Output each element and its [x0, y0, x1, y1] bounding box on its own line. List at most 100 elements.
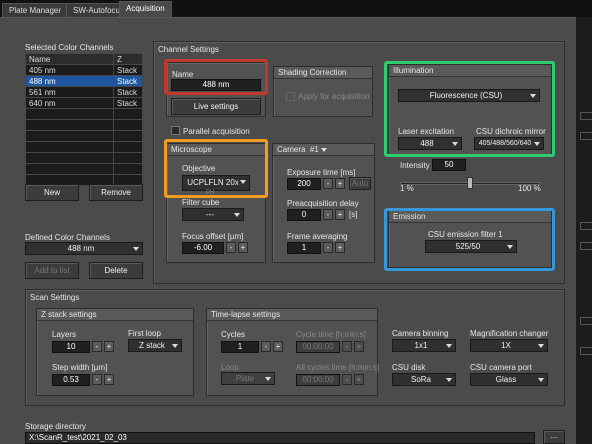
- chevron-down-icon: [240, 180, 246, 184]
- preacquisition-increment[interactable]: +: [335, 209, 345, 220]
- intensity-min-label: 1 %: [400, 184, 414, 193]
- illumination-title: Illumination: [389, 65, 551, 77]
- csu-camera-port-value: Glass: [495, 375, 517, 384]
- camera-title: Camera: [277, 145, 306, 154]
- first-loop-dropdown[interactable]: Z stack: [128, 339, 182, 352]
- cycle-time-input[interactable]: 00:00:00: [296, 341, 340, 353]
- delete-channel-button[interactable]: Delete: [89, 262, 143, 279]
- objective-dropdown[interactable]: UCPLFLN 20x: [182, 175, 250, 191]
- tab-acquisition[interactable]: Acquisition: [119, 1, 172, 18]
- filter-cube-dropdown[interactable]: ---: [182, 208, 244, 221]
- table-row[interactable]: 561 nm Stack: [25, 86, 143, 98]
- storage-directory-input[interactable]: X:\ScanR_test\2021_02_03: [25, 432, 535, 444]
- chevron-down-icon: [452, 142, 458, 146]
- emission-filter-dropdown[interactable]: 525/50: [425, 240, 517, 253]
- chevron-down-icon[interactable]: [321, 148, 328, 152]
- new-channel-button[interactable]: New: [25, 184, 79, 201]
- frame-averaging-label: Frame averaging: [287, 232, 348, 241]
- cycles-input[interactable]: 1: [221, 341, 259, 353]
- parallel-acquisition-checkbox[interactable]: [171, 126, 180, 135]
- focus-offset-input[interactable]: -6.00: [182, 242, 224, 254]
- focus-offset-label: Focus offset [µm]: [182, 232, 244, 241]
- laser-excitation-label: Laser excitation: [398, 127, 455, 136]
- objective-extra: PH: [206, 190, 215, 196]
- empty-row: [25, 141, 143, 153]
- layers-label: Layers: [52, 330, 77, 339]
- right-edge-strip: [576, 17, 592, 444]
- laser-excitation-dropdown[interactable]: 488: [398, 137, 462, 150]
- csu-camera-port-label: CSU camera port: [470, 363, 532, 372]
- exposure-time-input[interactable]: 200: [287, 178, 321, 190]
- apply-acquisition-checkbox[interactable]: [286, 92, 295, 101]
- all-cycles-time-input[interactable]: 00:00:00: [296, 374, 340, 386]
- channel-name: 488 nm: [25, 75, 114, 87]
- remove-channel-button[interactable]: Remove: [89, 184, 143, 201]
- camera-binning-dropdown[interactable]: 1x1: [392, 339, 456, 352]
- csu-disk-dropdown[interactable]: SoRa: [392, 373, 456, 386]
- loop-dropdown[interactable]: Plate: [221, 372, 275, 385]
- csu-dichroic-dropdown[interactable]: 405/488/560/640: [474, 137, 544, 150]
- table-row-selected[interactable]: 488 nm Stack: [25, 75, 143, 87]
- magnification-changer-label: Magnification changer: [470, 329, 549, 338]
- selected-channels-table: Name Z 405 nm Stack 488 nm Stack 561 nm Sta…: [25, 53, 143, 186]
- focus-offset-increment[interactable]: +: [238, 242, 248, 253]
- layers-decrement[interactable]: -: [92, 341, 102, 352]
- cycle-time-decrement[interactable]: -: [342, 341, 352, 352]
- table-row[interactable]: 405 nm Stack: [25, 64, 143, 76]
- cycles-decrement[interactable]: -: [261, 341, 271, 352]
- channel-name: 561 nm: [25, 86, 114, 98]
- microscope-title: Microscope: [167, 144, 265, 156]
- exposure-decrement[interactable]: -: [323, 178, 333, 189]
- camera-title-bar: Camera #1: [273, 144, 374, 156]
- edge-marker: [580, 347, 592, 355]
- empty-row: [25, 119, 143, 131]
- step-width-decrement[interactable]: -: [92, 374, 102, 385]
- frame-averaging-increment[interactable]: +: [335, 242, 345, 253]
- browse-directory-button[interactable]: ...: [543, 430, 565, 444]
- focus-offset-decrement[interactable]: -: [226, 242, 236, 253]
- magnification-changer-dropdown[interactable]: 1X: [470, 339, 548, 352]
- camera-id[interactable]: #1: [310, 145, 319, 154]
- channel-name-input[interactable]: 488 nm: [171, 79, 261, 91]
- intensity-input[interactable]: 50: [432, 159, 466, 171]
- add-to-list-button[interactable]: Add to list: [25, 262, 79, 279]
- chevron-down-icon: [530, 94, 536, 98]
- chevron-down-icon: [507, 245, 513, 249]
- intensity-slider-handle[interactable]: [467, 177, 473, 189]
- preacquisition-delay-input[interactable]: 0: [287, 209, 321, 221]
- objective-value: UCPLFLN 20x: [187, 178, 239, 187]
- csu-disk-label: CSU disk: [392, 363, 426, 372]
- exposure-time-label: Exposure time [ms]: [287, 168, 356, 177]
- layers-increment[interactable]: +: [104, 341, 114, 352]
- camera-binning-label: Camera binning: [392, 329, 449, 338]
- z-stack-title: Z stack settings: [37, 309, 193, 321]
- exposure-increment[interactable]: +: [335, 178, 345, 189]
- cycle-time-increment[interactable]: +: [354, 341, 364, 352]
- all-cycles-increment[interactable]: +: [354, 374, 364, 385]
- emission-box: Emission: [388, 210, 552, 268]
- step-width-input[interactable]: 0.53: [52, 374, 90, 386]
- channel-settings-title: Channel Settings: [158, 45, 219, 54]
- tab-plate-manager[interactable]: Plate Manager: [2, 3, 69, 18]
- illumination-mode-dropdown[interactable]: Fluorescence (CSU): [398, 89, 540, 102]
- layers-input[interactable]: 10: [52, 341, 90, 353]
- channel-name: 405 nm: [25, 64, 114, 76]
- loop-value: Plate: [235, 374, 255, 383]
- table-row[interactable]: 640 nm Stack: [25, 97, 143, 109]
- cycle-time-label: Cycle time [h:min:s]: [296, 330, 366, 339]
- camera-binning-value: 1x1: [414, 341, 428, 350]
- all-cycles-decrement[interactable]: -: [342, 374, 352, 385]
- cycles-label: Cycles: [221, 330, 246, 339]
- frame-averaging-decrement[interactable]: -: [323, 242, 333, 253]
- column-header-z[interactable]: Z: [113, 53, 143, 65]
- auto-exposure-button[interactable]: Auto: [349, 177, 371, 190]
- step-width-increment[interactable]: +: [104, 374, 114, 385]
- cycles-increment[interactable]: +: [273, 341, 283, 352]
- defined-channels-dropdown[interactable]: 488 nm: [25, 242, 143, 255]
- preacquisition-decrement[interactable]: -: [323, 209, 333, 220]
- live-settings-button[interactable]: Live settings: [171, 98, 261, 115]
- column-header-name[interactable]: Name: [25, 53, 114, 65]
- csu-camera-port-dropdown[interactable]: Glass: [470, 373, 548, 386]
- frame-averaging-input[interactable]: 1: [287, 242, 321, 254]
- edge-marker: [580, 112, 592, 120]
